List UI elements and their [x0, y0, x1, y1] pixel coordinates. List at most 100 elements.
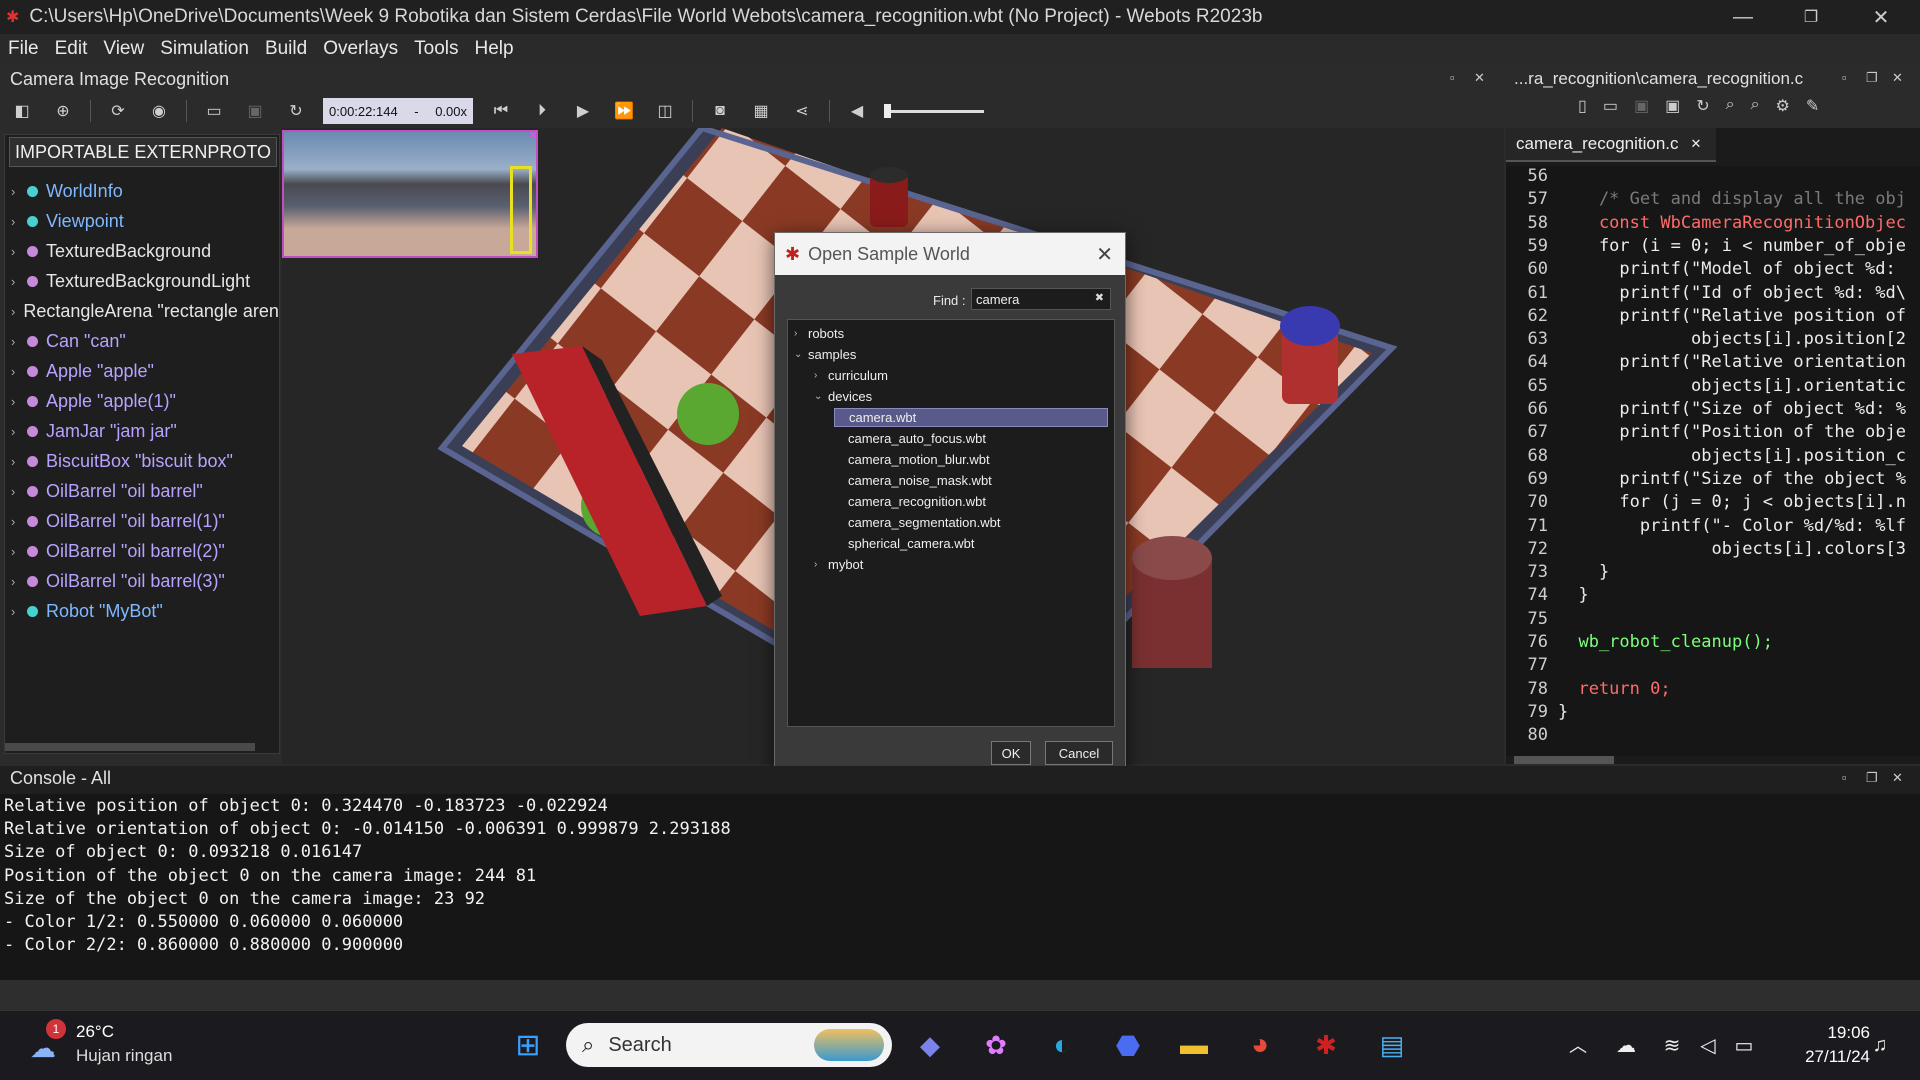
- editor-scrollbar[interactable]: [1514, 756, 1614, 764]
- save-file-icon[interactable]: ▣: [1634, 96, 1649, 116]
- console-detach-icon[interactable]: ❐: [1866, 770, 1878, 786]
- fast-forward-icon[interactable]: ⏩: [610, 97, 638, 125]
- code-line[interactable]: printf("- Color %d/%d: %lf: [1558, 516, 1906, 536]
- webots-taskbar-icon[interactable]: ✱: [1304, 1023, 1348, 1067]
- tree-file-item[interactable]: camera_motion_blur.wbt: [834, 450, 990, 469]
- cancel-button[interactable]: Cancel: [1045, 741, 1113, 765]
- scene-node[interactable]: › Can "can": [11, 327, 279, 355]
- expand-chevron-icon[interactable]: ›: [11, 394, 27, 409]
- console-float-icon[interactable]: ▫: [1842, 770, 1847, 785]
- share-icon[interactable]: ⋖: [788, 97, 816, 125]
- expand-chevron-icon[interactable]: ›: [11, 544, 27, 559]
- battery-icon[interactable]: ▭: [1722, 1023, 1766, 1067]
- menu-simulation[interactable]: Simulation: [152, 38, 257, 60]
- expand-chevron-icon[interactable]: ›: [11, 424, 27, 439]
- tree-scrollbar[interactable]: [5, 743, 255, 751]
- clock-date[interactable]: 27/11/24: [1780, 1047, 1870, 1067]
- code-line[interactable]: objects[i].colors[3: [1558, 539, 1906, 559]
- scene-node[interactable]: › Apple "apple(1)": [11, 387, 279, 415]
- save-all-icon[interactable]: ▣: [1665, 96, 1680, 116]
- menu-view[interactable]: View: [95, 38, 152, 60]
- step-back-icon[interactable]: ⏮: [487, 97, 515, 125]
- code-line[interactable]: }: [1558, 702, 1568, 722]
- code-line[interactable]: const WbCameraRecognitionObjec: [1558, 213, 1906, 233]
- chevron-up-icon[interactable]: ︿: [1556, 1023, 1600, 1067]
- reset-icon[interactable]: ↻: [282, 97, 310, 125]
- menu-tools[interactable]: Tools: [406, 38, 466, 60]
- code-line[interactable]: printf("Relative orientation: [1558, 352, 1906, 372]
- menu-file[interactable]: File: [0, 38, 47, 60]
- taskbar-search[interactable]: ⌕ Search: [566, 1023, 892, 1067]
- weather-desc[interactable]: Hujan ringan: [76, 1046, 172, 1066]
- editor-detach-icon[interactable]: ❐: [1866, 70, 1878, 86]
- code-line[interactable]: }: [1558, 562, 1609, 582]
- code-line[interactable]: wb_robot_cleanup();: [1558, 632, 1772, 652]
- tree-file-item[interactable]: camera_noise_mask.wbt: [834, 471, 992, 490]
- view-eye-icon[interactable]: ◉: [145, 97, 173, 125]
- weather-temp[interactable]: 26°C: [76, 1022, 114, 1042]
- editor-tab[interactable]: camera_recognition.c ✕: [1506, 128, 1716, 162]
- expand-chevron-icon[interactable]: ›: [11, 454, 27, 469]
- render-toggle-icon[interactable]: ◫: [651, 97, 679, 125]
- editor-close-icon[interactable]: ✕: [1892, 70, 1903, 86]
- scene-node[interactable]: › TexturedBackground: [11, 237, 279, 265]
- scene-node[interactable]: › BiscuitBox "biscuit box": [11, 447, 279, 475]
- volume-icon[interactable]: ◀: [843, 97, 871, 125]
- code-line[interactable]: }: [1558, 585, 1588, 605]
- media-player-icon[interactable]: ⬣: [1106, 1023, 1150, 1067]
- copilot-icon[interactable]: ✿: [974, 1023, 1018, 1067]
- open-file-icon[interactable]: ▭: [1603, 96, 1618, 116]
- reload-icon[interactable]: ⟳: [104, 97, 132, 125]
- start-icon[interactable]: ⊞: [506, 1023, 550, 1067]
- menu-help[interactable]: Help: [467, 38, 522, 60]
- editor-float-icon[interactable]: ▫: [1842, 70, 1847, 85]
- tree-file-item[interactable]: camera_segmentation.wbt: [834, 513, 1000, 532]
- toggle-tree-icon[interactable]: ◧: [8, 97, 36, 125]
- tree-folder-item[interactable]: › robots: [794, 324, 844, 343]
- step-icon[interactable]: ⏵: [528, 97, 556, 125]
- code-line[interactable]: printf("Size of object %d: %: [1558, 399, 1906, 419]
- save-icon[interactable]: ▣: [241, 97, 269, 125]
- expand-chevron-icon[interactable]: ›: [11, 514, 27, 529]
- code-line[interactable]: objects[i].position_c: [1558, 446, 1906, 466]
- scene-node[interactable]: › Viewpoint: [11, 207, 279, 235]
- clean-brush-icon[interactable]: ✎: [1806, 96, 1819, 116]
- volume-slider[interactable]: [884, 101, 984, 121]
- tab-close-icon[interactable]: ✕: [1691, 136, 1702, 152]
- tree-file-item[interactable]: spherical_camera.wbt: [834, 534, 974, 553]
- code-line[interactable]: printf("Relative position of: [1558, 306, 1906, 326]
- tree-file-item[interactable]: camera.wbt: [834, 408, 1108, 427]
- dialog-close-icon[interactable]: ✕: [1096, 242, 1113, 267]
- scene-node[interactable]: › Robot "MyBot": [11, 597, 279, 625]
- teams-icon[interactable]: ◆: [908, 1023, 952, 1067]
- code-line[interactable]: for (j = 0; j < objects[i].n: [1558, 492, 1906, 512]
- expand-chevron-icon[interactable]: ›: [11, 334, 27, 349]
- panel-float-icon[interactable]: ▫: [1450, 70, 1455, 85]
- record-video-icon[interactable]: ▦: [747, 97, 775, 125]
- notification-bell-icon[interactable]: ♫: [1858, 1023, 1902, 1067]
- tree-file-item[interactable]: camera_recognition.wbt: [834, 492, 986, 511]
- minimize-button[interactable]: —: [1714, 0, 1772, 34]
- play-icon[interactable]: ▶: [569, 97, 597, 125]
- menu-overlays[interactable]: Overlays: [315, 38, 406, 60]
- expand-chevron-icon[interactable]: ›: [11, 304, 15, 319]
- scene-node[interactable]: › OilBarrel "oil barrel(3)": [11, 567, 279, 595]
- code-line[interactable]: for (i = 0; i < number_of_obje: [1558, 236, 1906, 256]
- scene-node[interactable]: › OilBarrel "oil barrel(2)": [11, 537, 279, 565]
- notepad-icon[interactable]: ▤: [1370, 1023, 1414, 1067]
- code-line[interactable]: printf("Position of the obje: [1558, 422, 1906, 442]
- expand-chevron-icon[interactable]: ›: [11, 484, 27, 499]
- code-line[interactable]: objects[i].position[2: [1558, 329, 1906, 349]
- new-file-icon[interactable]: ▯: [1578, 96, 1587, 116]
- onedrive-icon[interactable]: ☁: [1604, 1023, 1648, 1067]
- close-window-button[interactable]: ✕: [1852, 0, 1910, 34]
- scene-node[interactable]: › OilBarrel "oil barrel(1)": [11, 507, 279, 535]
- camera-overlay[interactable]: ✕: [282, 128, 538, 258]
- find-icon[interactable]: ⌕: [1726, 96, 1735, 116]
- open-folder-icon[interactable]: ▭: [200, 97, 228, 125]
- menu-edit[interactable]: Edit: [47, 38, 96, 60]
- expand-chevron-icon[interactable]: ›: [11, 214, 27, 229]
- scene-node[interactable]: › Apple "apple": [11, 357, 279, 385]
- code-editor[interactable]: camera_recognition.c ✕ 56 57 /* Get and di…: [1506, 128, 1920, 764]
- expand-chevron-icon[interactable]: ›: [11, 274, 27, 289]
